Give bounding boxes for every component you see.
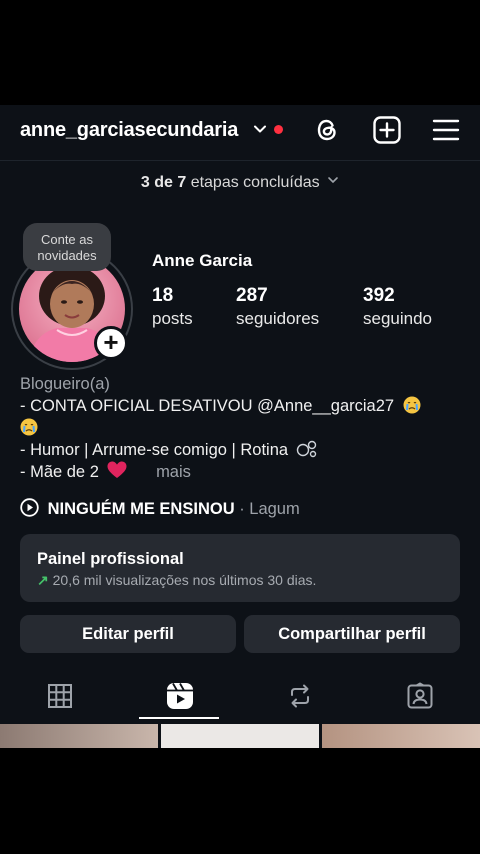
dashboard-views: 20,6 mil visualizações nos últimos 30 di… [52, 572, 317, 588]
post-thumbnail[interactable] [161, 724, 319, 748]
bio: Blogueiro(a) - CONTA OFICIAL DESATIVOU @… [20, 373, 470, 483]
profile-screen: anne_garciasecundaria 3 de 7 etapas conc… [0, 105, 480, 748]
dashboard-title: Painel profissional [37, 550, 184, 568]
bio-line-3: - Mãe de 2 [20, 463, 99, 481]
music-song: NINGUÉM ME ENSINOU [47, 500, 235, 518]
crying-face-icon [403, 396, 421, 414]
professional-dashboard[interactable]: Painel profissional ↗ 20,6 mil visualiza… [20, 534, 460, 602]
threads-icon[interactable] [312, 115, 342, 145]
bio-category: Blogueiro(a) [20, 375, 110, 393]
stat-label: seguidores [236, 309, 320, 328]
bio-line-2: - Humor | Arrume-se comigo | Rotina [20, 441, 289, 459]
stat-label: posts [152, 309, 193, 328]
note-bubble[interactable]: Conte as novidades [23, 223, 111, 271]
tab-reels[interactable] [120, 671, 240, 721]
music-artist: Lagum [249, 500, 300, 518]
steps-label: etapas concluídas [190, 174, 320, 191]
tab-grid[interactable] [0, 671, 120, 721]
stat-posts[interactable]: 18 posts [152, 285, 193, 329]
play-circle-icon [20, 498, 39, 517]
crying-face-icon [20, 418, 38, 436]
stat-following[interactable]: 392 seguindo [363, 285, 432, 329]
music-separator: · [234, 500, 250, 518]
stat-value: 18 [152, 285, 174, 306]
profile-music[interactable]: NINGUÉM ME ENSINOU · Lagum [20, 498, 300, 519]
stat-label: seguindo [363, 309, 433, 328]
create-post-icon[interactable] [372, 115, 402, 145]
heart-icon [107, 461, 127, 478]
post-thumbnail[interactable] [0, 724, 158, 748]
stat-followers[interactable]: 287 seguidores [236, 285, 319, 329]
add-story-button[interactable]: + [94, 326, 128, 360]
reposts-icon [291, 684, 309, 708]
tagged-icon [407, 682, 433, 709]
profile-tabs [0, 671, 480, 721]
stat-value: 287 [236, 285, 268, 306]
chevron-down-icon [328, 177, 338, 184]
steps-count: 3 de 7 [140, 174, 187, 191]
menu-icon[interactable] [431, 115, 461, 145]
tab-reposts[interactable] [240, 671, 360, 721]
reels-icon [167, 683, 193, 709]
post-thumbnail[interactable] [322, 724, 480, 748]
chevron-down-icon[interactable] [252, 121, 268, 137]
active-tab-indicator [139, 717, 219, 719]
stat-value: 392 [363, 285, 395, 306]
notification-dot [274, 125, 283, 134]
bubbles-icon [296, 440, 316, 458]
account-switcher-username[interactable]: anne_garciasecundaria [20, 119, 238, 142]
edit-profile-button[interactable]: Editar perfil [20, 615, 236, 653]
share-profile-button[interactable]: Compartilhar perfil [244, 615, 460, 653]
bio-line-1: - CONTA OFICIAL DESATIVOU @Anne__garcia2… [20, 397, 395, 415]
onboarding-progress[interactable]: 3 de 7 etapas concluídas [0, 174, 480, 192]
grid-icon [48, 684, 72, 708]
bio-more-link[interactable]: mais [156, 463, 191, 481]
tab-tagged[interactable] [360, 671, 480, 721]
dashboard-subtitle: ↗ 20,6 mil visualizações nos últimos 30 … [37, 572, 316, 589]
trend-up-icon: ↗ [37, 572, 49, 588]
top-bar: anne_garciasecundaria [0, 105, 480, 161]
profile-full-name: Anne Garcia [152, 251, 253, 270]
